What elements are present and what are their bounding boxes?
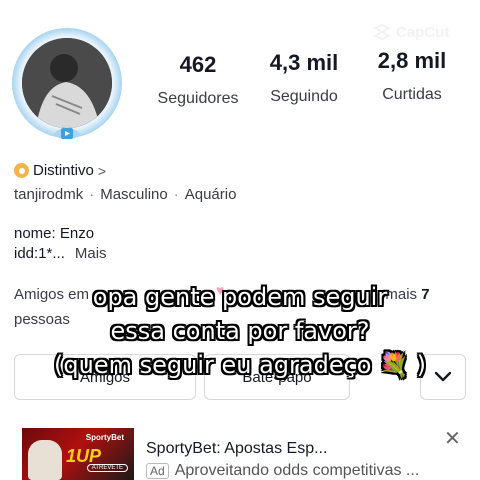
ad-person-image <box>28 440 62 480</box>
profile-meta: tanjirodmk · Masculino · Aquário <box>14 186 236 203</box>
close-icon[interactable]: ✕ <box>444 426 461 451</box>
ad-description-line: Ad Aproveitando odds competitivas ... <box>146 462 419 480</box>
capcut-logo-icon <box>372 23 392 41</box>
followers-count: 462 <box>179 52 217 77</box>
ad-thumbnail: 1UP SportyBet ATREVETE <box>22 428 134 480</box>
profile-avatar[interactable] <box>12 28 122 146</box>
followers-label: Seguidores <box>157 90 239 107</box>
separator: · <box>89 186 95 203</box>
caption-line-1: opa gente podem seguir <box>92 283 388 311</box>
capcut-watermark: CapCut <box>372 20 476 44</box>
bio-line-1: nome: Enzo <box>14 225 95 242</box>
sponsored-ad[interactable]: 1UP SportyBet ATREVETE SportyBet: Aposta… <box>14 418 466 480</box>
stat-followers[interactable]: 462 Seguidores <box>150 52 246 108</box>
video-caption: opa gente podem seguir essa conta por fa… <box>30 280 450 382</box>
chevron-right-icon: > <box>97 162 107 179</box>
gender: Masculino <box>100 186 168 203</box>
stat-likes[interactable]: 2,8 mil Curtidas <box>364 48 460 104</box>
bio-more-link[interactable]: Mais <box>75 245 107 262</box>
ad-tag: Ad <box>146 463 169 479</box>
badge-icon <box>14 163 29 178</box>
following-count: 4,3 mil <box>269 50 339 75</box>
avatar-play-badge-icon <box>52 122 82 146</box>
ad-description: Aproveitando odds competitivas ... <box>174 462 420 479</box>
following-label: Seguindo <box>270 88 338 105</box>
ad-title[interactable]: SportyBet: Apostas Esp... <box>146 440 327 458</box>
caption-line-3: (quem seguir eu agradeço 💐 ) <box>54 351 426 379</box>
separator: · <box>173 186 179 203</box>
ad-thumb-cta: ATREVETE <box>86 464 128 472</box>
avatar-photo <box>22 38 112 128</box>
likes-label: Curtidas <box>382 86 442 103</box>
badge-label: Distintivo <box>33 162 94 179</box>
caption-line-2: essa conta por favor? <box>110 317 370 345</box>
zodiac-sign: Aquário <box>184 186 237 203</box>
bio-line-2: idd:1*... Mais <box>14 245 107 262</box>
stat-following[interactable]: 4,3 mil Seguindo <box>256 50 352 106</box>
username: tanjirodmk <box>14 186 84 203</box>
badge-link[interactable]: Distintivo > <box>14 162 106 179</box>
ad-thumb-brand: SportyBet <box>85 433 124 442</box>
watermark-text: CapCut <box>396 23 450 41</box>
likes-count: 2,8 mil <box>377 48 447 73</box>
bio-text: idd:1*... <box>14 245 65 262</box>
